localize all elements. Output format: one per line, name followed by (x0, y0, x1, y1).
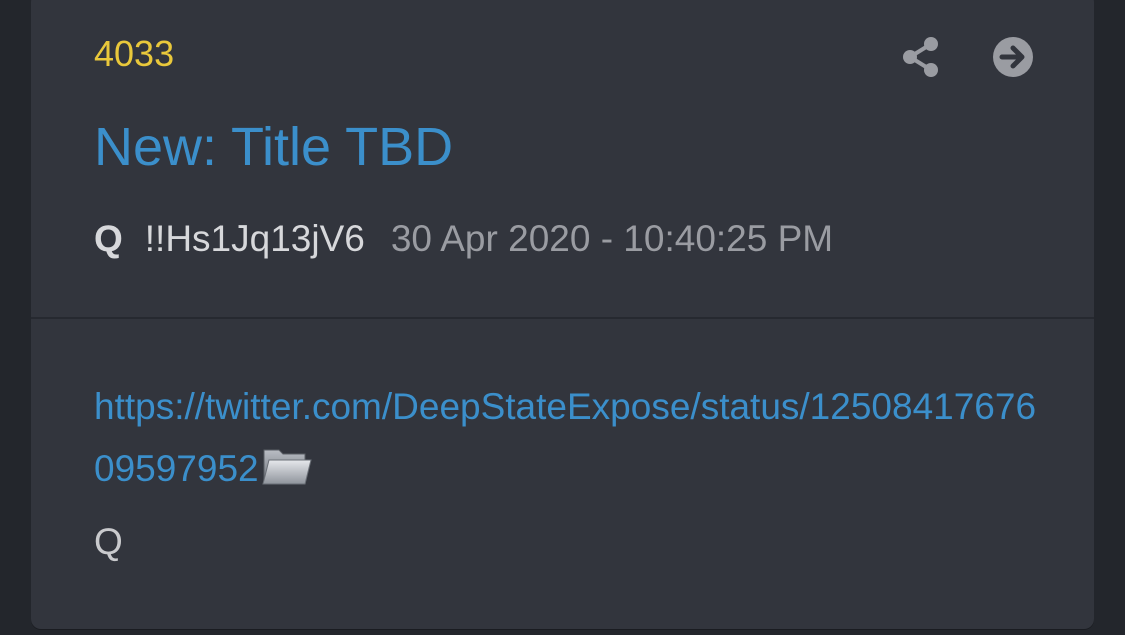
tripcode: !!Hs1Jq13jV6 (144, 218, 365, 259)
post-title[interactable]: New: Title TBD (94, 120, 453, 174)
tweet-link[interactable]: https://twitter.com/DeepStateExpose/stat… (94, 386, 1036, 489)
post-meta: Q !!Hs1Jq13jV6 30 Apr 2020 - 10:40:25 PM (94, 220, 833, 257)
post-body: https://twitter.com/DeepStateExpose/stat… (94, 376, 1054, 573)
post-card: 4033 New: Title TBD Q !!Hs1Jq13jV6 30 Ap… (31, 0, 1094, 629)
share-icon[interactable] (900, 36, 942, 78)
folder-icon[interactable] (261, 444, 313, 507)
post-signature: Q (94, 521, 123, 562)
author-name: Q (94, 218, 123, 259)
post-timestamp: 30 Apr 2020 - 10:40:25 PM (390, 218, 834, 259)
arrow-right-circle-icon[interactable] (992, 36, 1034, 78)
post-actions (900, 36, 1034, 78)
post-number: 4033 (94, 33, 175, 74)
divider (31, 317, 1094, 319)
link-line: https://twitter.com/DeepStateExpose/stat… (94, 376, 1054, 507)
